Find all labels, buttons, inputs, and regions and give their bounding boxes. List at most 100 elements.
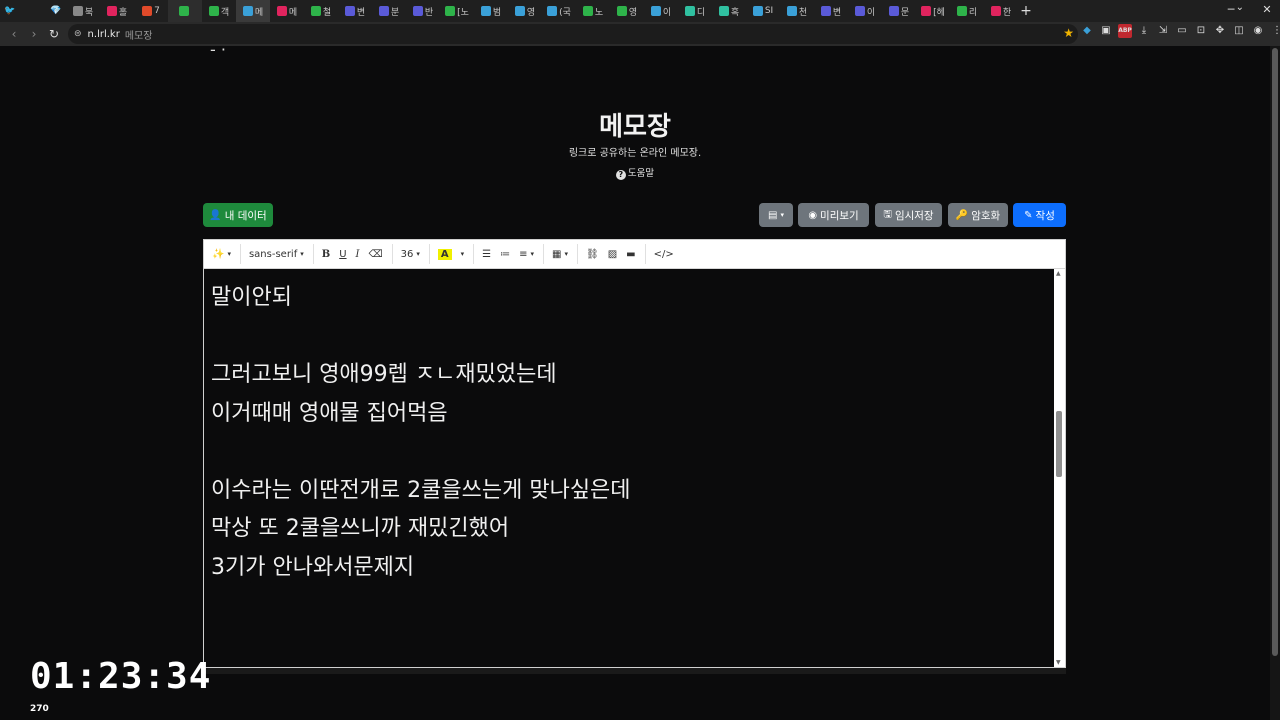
browser-tab[interactable]: 반 [406, 0, 440, 22]
browser-tab[interactable]: 혹 [712, 0, 746, 22]
browser-tab[interactable]: 천 [780, 0, 814, 22]
question-circle-icon: ? [615, 170, 626, 180]
toolbar-divider [543, 244, 545, 264]
color-dropdown-chevron-icon[interactable]: ▾ [457, 244, 469, 264]
browser-tab[interactable]: 철 [304, 0, 338, 22]
tab-favicon-icon [718, 6, 729, 16]
browser-tab[interactable]: 객 [202, 0, 236, 22]
site-info-icon[interactable]: ⊜ [74, 29, 82, 39]
bullet-list-icon[interactable]: ☰ [478, 244, 495, 264]
viewer-counter: 270 [30, 704, 49, 714]
browser-tab[interactable]: 디 [678, 0, 712, 22]
scroll-down-arrow-icon[interactable]: ▼ [1056, 659, 1061, 666]
browser-tab[interactable]: 문 [882, 0, 916, 22]
side-panel-icon[interactable]: ◫ [1232, 24, 1246, 38]
toolbar-divider [239, 244, 241, 264]
browser-tab[interactable]: 리 [950, 0, 984, 22]
download-icon[interactable]: ⤓ [1137, 24, 1151, 38]
font-size-select[interactable]: 36 ▾ [397, 244, 424, 264]
browser-tab[interactable]: SI [746, 0, 780, 22]
editor-resize-handle[interactable] [203, 668, 1066, 674]
scroll-up-arrow-icon[interactable]: ▲ [1056, 270, 1061, 277]
new-tab-button[interactable]: + [1018, 3, 1034, 19]
encrypt-button[interactable]: 🔑 암호화 [948, 203, 1008, 227]
pin-extension-icon[interactable]: ⇲ [1156, 24, 1170, 38]
blank-tab[interactable] [20, 0, 46, 22]
browser-tab[interactable]: 7 [134, 0, 168, 22]
puzzle-extensions-icon[interactable]: ✥ [1213, 24, 1227, 38]
browser-tab[interactable]: 북 [66, 0, 100, 22]
browser-tab[interactable] [168, 0, 202, 22]
template-dropdown-button[interactable]: ▤ ▾ [759, 203, 793, 227]
underline-button[interactable]: U [335, 244, 350, 264]
editor-scroll-thumb[interactable] [1056, 411, 1062, 477]
magic-wand-icon[interactable]: ✨ ▾ [208, 244, 235, 264]
browser-tab[interactable]: 홀 [100, 0, 134, 22]
browser-tab[interactable]: 변 [338, 0, 372, 22]
horizontal-rule-icon[interactable]: ▬ [622, 244, 639, 264]
browser-tab[interactable]: 범 [474, 0, 508, 22]
browser-tab[interactable]: 이 [848, 0, 882, 22]
browser-tab[interactable]: 이 [644, 0, 678, 22]
browser-tab[interactable]: 메 [270, 0, 304, 22]
browser-tab[interactable]: 메 [236, 0, 270, 22]
page-scrollbar[interactable] [1270, 46, 1280, 720]
browser-tab[interactable]: 변 [814, 0, 848, 22]
bookmark-star-icon[interactable]: ★ [1063, 26, 1074, 40]
gem-tab-icon[interactable]: 💎 [46, 0, 66, 22]
italic-button[interactable]: I [352, 244, 364, 264]
browser-tab[interactable]: (국 [542, 0, 576, 22]
browser-tab[interactable]: [노 [440, 0, 474, 22]
align-icon[interactable]: ≡ ▾ [515, 244, 538, 264]
code-view-button[interactable]: </> [650, 244, 678, 264]
screenshot-extension-icon[interactable]: ⊡ [1194, 24, 1208, 38]
link-icon[interactable]: ⛓ [582, 244, 603, 264]
back-icon[interactable]: ‹ [4, 24, 24, 44]
browser-tab[interactable]: 한 [984, 0, 1018, 22]
preview-button[interactable]: ◉ 미리보기 [798, 203, 869, 227]
chevron-down-icon: ▾ [780, 211, 784, 219]
abp-extension-icon[interactable]: ABP [1118, 24, 1132, 38]
write-button[interactable]: ✎ 작성 [1013, 203, 1066, 227]
editor-body[interactable]: 말이안되 그러고보니 영애99렙 ㅈㄴ재밌었는데 이거때매 영애물 집어먹음 이수라는… [204, 269, 1054, 667]
help-link[interactable]: ? 도움말 [0, 165, 1270, 180]
minimize-icon[interactable]: ─ [1224, 3, 1238, 17]
forward-icon[interactable]: › [24, 24, 44, 44]
image-icon[interactable]: ▨ [604, 244, 621, 264]
close-window-icon[interactable]: ✕ [1260, 3, 1274, 17]
toolbar-divider [312, 244, 314, 264]
temp-save-button[interactable]: 🖫 임시저장 [875, 203, 942, 227]
tab-label: 철 [322, 7, 332, 18]
tab-favicon-icon [650, 6, 661, 16]
bold-button[interactable]: B [318, 244, 334, 264]
browser-tab[interactable]: 영 [610, 0, 644, 22]
toolbar-divider [577, 244, 578, 264]
browser-tab[interactable]: 영 [508, 0, 542, 22]
reload-icon[interactable]: ↻ [44, 24, 64, 44]
bird-icon[interactable]: 🐦 [0, 0, 20, 22]
editor-scrollbar[interactable]: ▲ ▼ [1054, 269, 1065, 667]
table-icon[interactable]: ▦ ▾ [548, 244, 572, 264]
page-scroll-thumb[interactable] [1272, 48, 1278, 656]
browser-tab[interactable]: [헤 [916, 0, 950, 22]
tab-label: 한 [1002, 7, 1012, 18]
profile-icon[interactable]: ◉ [1251, 24, 1265, 38]
tab-favicon-icon [956, 6, 967, 16]
my-data-button[interactable]: 👤 내 데이터 [203, 203, 273, 227]
menu-kebab-icon[interactable]: ⋮ [1270, 24, 1280, 38]
font-family-select[interactable]: sans-serif ▾ [245, 244, 308, 264]
browser-tab[interactable]: 분 [372, 0, 406, 22]
gem-extension-icon[interactable]: ◆ [1080, 24, 1094, 38]
browser-tab[interactable]: 노 [576, 0, 610, 22]
video-extension-icon[interactable]: ▭ [1175, 24, 1189, 38]
eraser-icon[interactable]: ⌫ [365, 244, 387, 264]
tab-favicon-icon [142, 6, 153, 16]
editor-line: 그러고보니 영애99렙 ㅈㄴ재밌었는데 [211, 362, 557, 387]
address-bar[interactable]: ⊜ n.lrl.kr 메모장 ★ [68, 24, 1078, 44]
profile-card-extension-icon[interactable]: ▣ [1099, 24, 1113, 38]
my-data-label: 내 데이터 [224, 209, 267, 222]
numbered-list-icon[interactable]: ≔ [496, 244, 514, 264]
highlight-color-button[interactable]: A [434, 244, 456, 264]
tab-favicon-icon [820, 6, 831, 16]
